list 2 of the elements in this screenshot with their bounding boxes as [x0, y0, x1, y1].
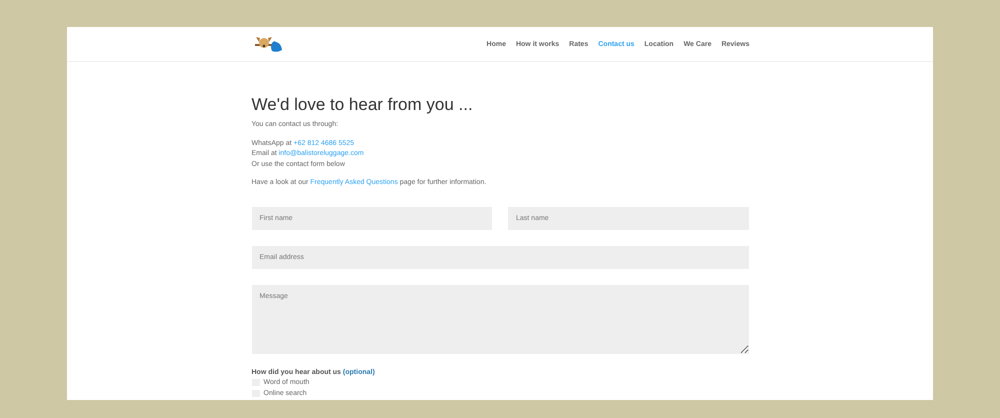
logo-drawing[interactable] — [252, 35, 282, 53]
page-heading: We'd love to hear from you ... — [252, 95, 474, 115]
